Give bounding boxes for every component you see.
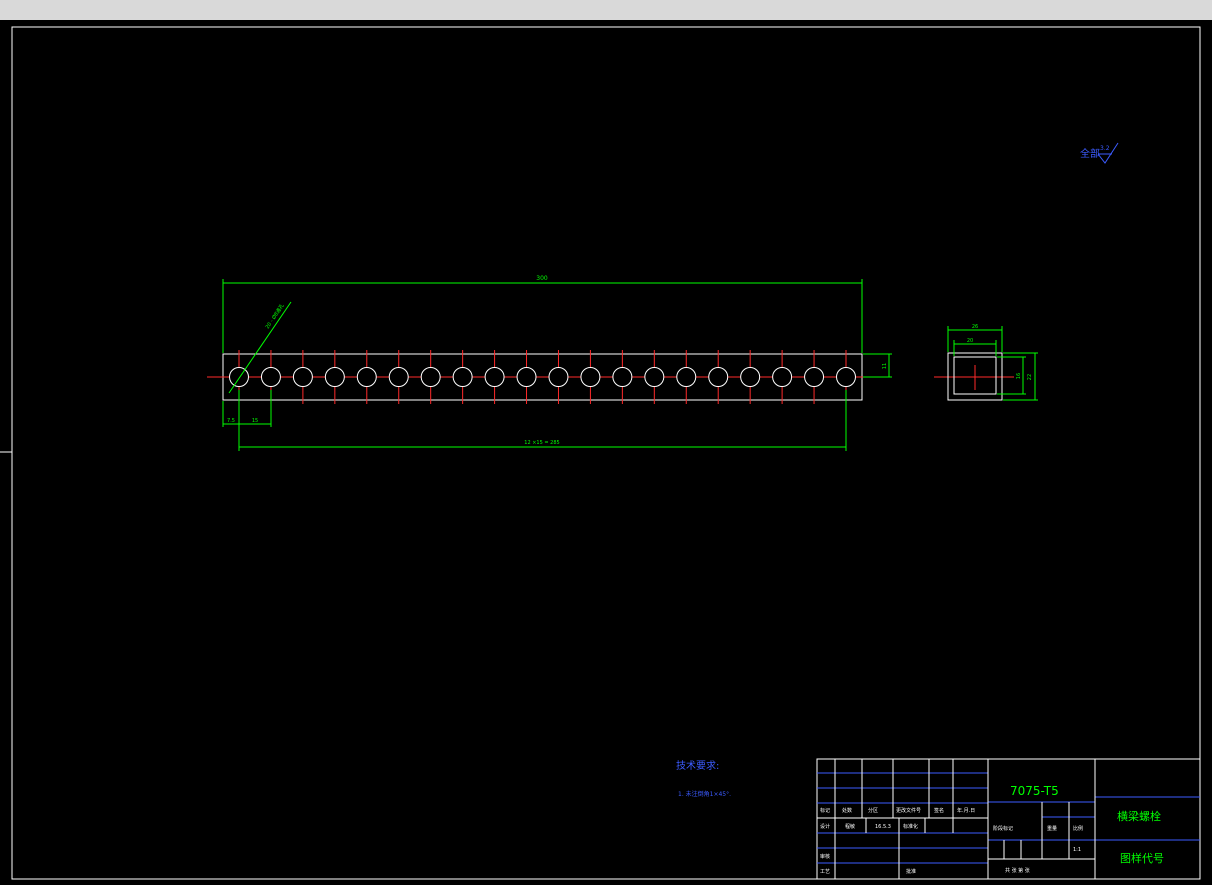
- hole-callout-leader: 20 - Ø8通孔: [228, 301, 292, 394]
- tb-author: 程敏: [845, 823, 855, 830]
- tb-biaozhunhua: 标准化: [903, 823, 918, 830]
- bolt-hole: [388, 367, 409, 387]
- bolt-hole: [292, 367, 313, 387]
- tech-req-title: 技术要求:: [676, 759, 719, 772]
- title-block: 标记 处数 分区 更改文件号 签名 年.月.日 设计 程敏 16.5.3 标准化…: [816, 758, 1201, 880]
- surface-symbol-label: 全部: [1080, 147, 1100, 160]
- tb-date: 16.5.3: [875, 824, 891, 830]
- dim-edge-offset-text: 7.5: [227, 418, 235, 424]
- tb-material: 7075-T5: [1010, 784, 1059, 798]
- tb-drawing-code: 图样代号: [1120, 851, 1164, 865]
- bolt-hole: [804, 367, 825, 387]
- top-toolbar: [0, 0, 1212, 20]
- tb-jieduan: 阶段标记: [993, 825, 1013, 832]
- bolt-hole: [772, 367, 793, 387]
- tb-biaoji: 标记: [820, 807, 830, 814]
- section-view: 26 20 16 22: [934, 324, 1038, 401]
- dim-overall-length: 300: [222, 275, 863, 353]
- tb-gongyi: 工艺: [820, 869, 830, 875]
- bolt-hole: [516, 367, 537, 387]
- tech-req-item: 1. 未注倒角1×45°.: [678, 790, 731, 798]
- tb-pizhun: 批准: [906, 868, 916, 875]
- tb-shenhe: 审核: [820, 853, 830, 860]
- bolt-hole: [420, 367, 441, 387]
- tb-nianyueri: 年.月.日: [957, 807, 975, 814]
- dim-pitch-total: 12 ×15 = 285: [239, 390, 847, 451]
- tb-gaiwenjianhao: 更改文件号: [896, 807, 921, 814]
- dim-edge-and-pitch: 7.5 15: [222, 390, 272, 451]
- bolt-hole: [644, 367, 665, 387]
- bolt-hole: [484, 367, 505, 387]
- cad-drawing-canvas[interactable]: 全部 3.2 300 20 - Ø8通孔 7.5 15 12 ×15 = 285: [0, 20, 1212, 885]
- dim-section-inner-width-text: 20: [967, 338, 973, 344]
- bolt-hole: [740, 367, 761, 387]
- drawing-border: [11, 26, 1201, 880]
- bolt-hole: [836, 367, 856, 387]
- dim-section-inner-height-text: 16: [1016, 373, 1022, 379]
- tb-fenqu: 分区: [868, 807, 878, 814]
- bolt-hole: [452, 367, 473, 387]
- bolt-hole: [229, 367, 249, 387]
- tb-gongzhang: 共 张 第 张: [1005, 867, 1030, 874]
- bolt-hole: [580, 367, 601, 387]
- tb-qianming: 签名: [934, 807, 944, 814]
- dim-overall-length-text: 300: [536, 275, 548, 282]
- surface-symbol-value: 3.2: [1100, 145, 1110, 152]
- dim-section-outer-height-text: 22: [1027, 374, 1033, 380]
- tb-scale: 1:1: [1073, 847, 1081, 853]
- tb-bili: 比例: [1073, 825, 1083, 832]
- dim-section-outer-width-text: 26: [972, 324, 978, 330]
- bolt-hole: [324, 367, 345, 387]
- bolt-hole: [612, 367, 633, 387]
- technical-requirements: 技术要求: 1. 未注倒角1×45°.: [676, 759, 731, 798]
- bolt-hole: [676, 367, 697, 387]
- tb-part-name: 横梁螺栓: [1117, 809, 1161, 823]
- dim-pitch-text: 15: [252, 418, 258, 424]
- surface-roughness-symbol: 全部 3.2: [1080, 142, 1119, 164]
- bolt-hole: [708, 367, 729, 387]
- tb-chushu: 处数: [842, 807, 852, 814]
- bolt-hole: [356, 367, 377, 387]
- dim-height: 11: [863, 353, 892, 378]
- bolt-hole: [260, 367, 281, 387]
- bolt-hole: [548, 367, 569, 387]
- tb-zhongliang: 重量: [1047, 825, 1057, 832]
- dim-height-text: 11: [882, 363, 888, 369]
- tb-sheji: 设计: [820, 823, 830, 830]
- dim-pitch-total-text: 12 ×15 = 285: [524, 440, 559, 446]
